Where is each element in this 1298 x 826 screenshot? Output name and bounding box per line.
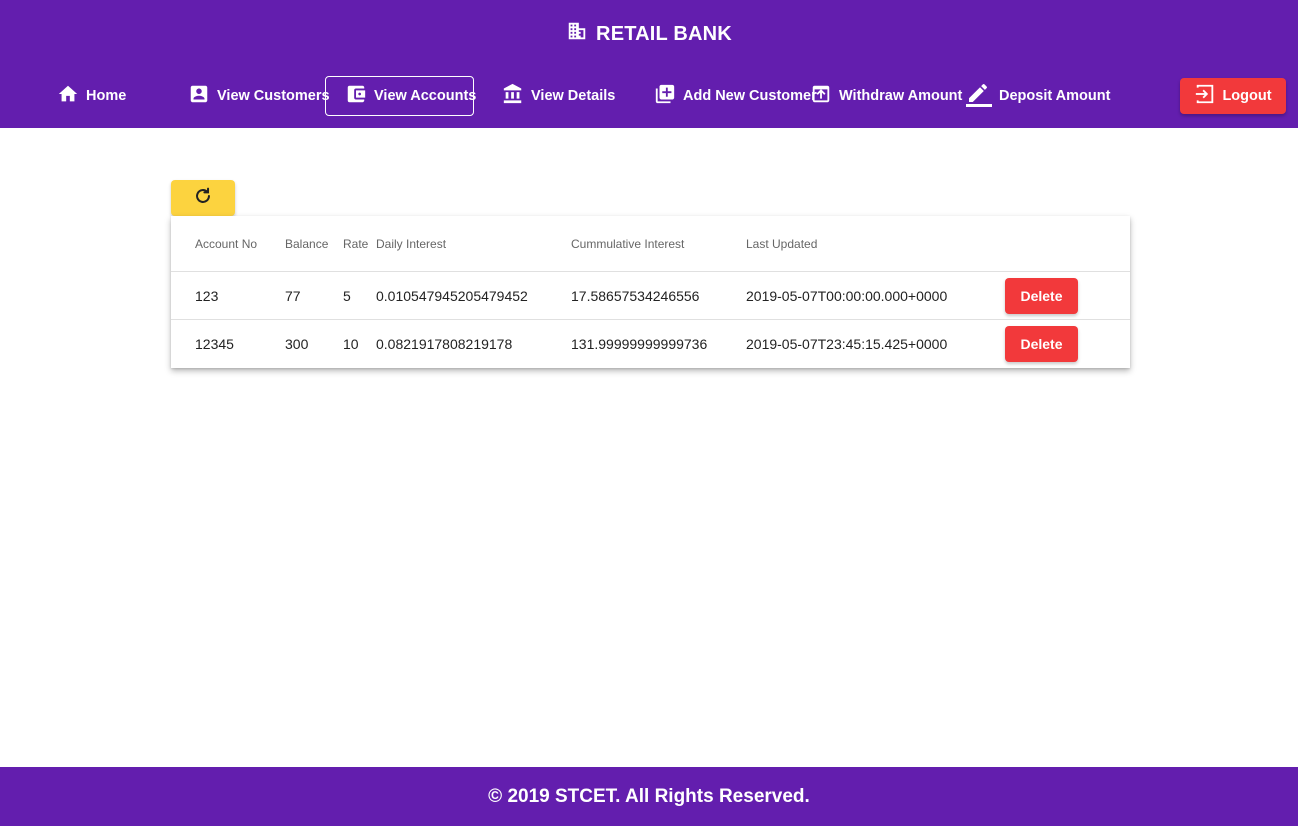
cell-last-updated: 2019-05-07T23:45:15.425+0000 (746, 336, 948, 352)
logout-button[interactable]: Logout (1180, 78, 1286, 114)
nav-view-customers[interactable]: View Customers (182, 76, 336, 116)
app-title: RETAIL BANK (596, 22, 732, 45)
delete-button[interactable]: Delete (1005, 326, 1078, 362)
cell-last-updated: 2019-05-07T00:00:00.000+0000 (746, 287, 948, 304)
header-last-updated[interactable]: Last Updated (746, 216, 817, 271)
header-cumulative-interest[interactable]: Cummulative Interest (571, 216, 684, 271)
delete-cell: Delete (1005, 272, 1078, 319)
nav-view-accounts[interactable]: View Accounts (325, 76, 477, 116)
refresh-button[interactable] (171, 180, 235, 216)
cell-daily-interest: 0.010547945205479452 (376, 287, 528, 304)
nav-view-details[interactable]: View Details (496, 76, 621, 116)
cell-balance: 77 (285, 287, 301, 304)
cell-account-no: 123 (195, 287, 219, 304)
brand: RETAIL BANK (0, 20, 1298, 48)
delete-button[interactable]: Delete (1005, 277, 1078, 314)
nav-deposit-amount-label: Deposit Amount (999, 88, 1111, 104)
nav-view-details-label: View Details (531, 88, 616, 104)
nav-withdraw-amount[interactable]: Withdraw Amount (804, 76, 968, 116)
upload-icon (810, 83, 832, 109)
add-box-icon (654, 83, 676, 109)
footer-copyright: © 2019 STCET. All Rights Reserved. (488, 785, 810, 807)
table-row: 12345 300 10 0.0821917808219178 131.9999… (171, 320, 1130, 368)
edit-pencil-icon (966, 81, 992, 111)
cell-cumulative-interest: 131.99999999999736 (571, 336, 708, 352)
cell-cumulative-interest: 17.58657534246556 (571, 287, 700, 304)
cell-account-no: 12345 (195, 336, 234, 352)
app-header: RETAIL BANK Home View Customers View Acc… (0, 0, 1298, 128)
accounts-table: Account No Balance Rate Daily Interest C… (171, 216, 1130, 368)
logout-icon (1194, 83, 1216, 109)
header-rate[interactable]: Rate (343, 216, 368, 271)
nav-add-new-customer[interactable]: Add New Customer (648, 76, 823, 116)
header-balance[interactable]: Balance (285, 216, 328, 271)
bank-building-icon (566, 20, 588, 48)
bank-icon (502, 83, 524, 109)
logout-label: Logout (1222, 88, 1272, 104)
nav-add-new-customer-label: Add New Customer (683, 88, 817, 104)
contact-card-icon (188, 83, 210, 109)
nav-view-customers-label: View Customers (217, 88, 330, 104)
cell-balance: 300 (285, 336, 309, 352)
refresh-icon (192, 185, 214, 212)
nav-view-accounts-label: View Accounts (374, 88, 477, 104)
header-account-no[interactable]: Account No (195, 216, 257, 271)
table-row: 123 77 5 0.010547945205479452 17.5865753… (171, 272, 1130, 320)
cell-rate: 5 (343, 287, 351, 304)
nav-home-label: Home (86, 88, 127, 104)
delete-cell: Delete (1005, 320, 1078, 368)
header-daily-interest[interactable]: Daily Interest (376, 216, 446, 271)
nav-home[interactable]: Home (51, 76, 132, 116)
table-header-row: Account No Balance Rate Daily Interest C… (171, 216, 1130, 272)
nav-withdraw-amount-label: Withdraw Amount (839, 88, 963, 104)
cell-daily-interest: 0.0821917808219178 (376, 336, 513, 352)
footer: © 2019 STCET. All Rights Reserved. (0, 767, 1298, 826)
wallet-icon (345, 83, 367, 109)
cell-rate: 10 (343, 336, 359, 352)
home-icon (57, 83, 79, 109)
nav-deposit-amount[interactable]: Deposit Amount (960, 76, 1116, 116)
